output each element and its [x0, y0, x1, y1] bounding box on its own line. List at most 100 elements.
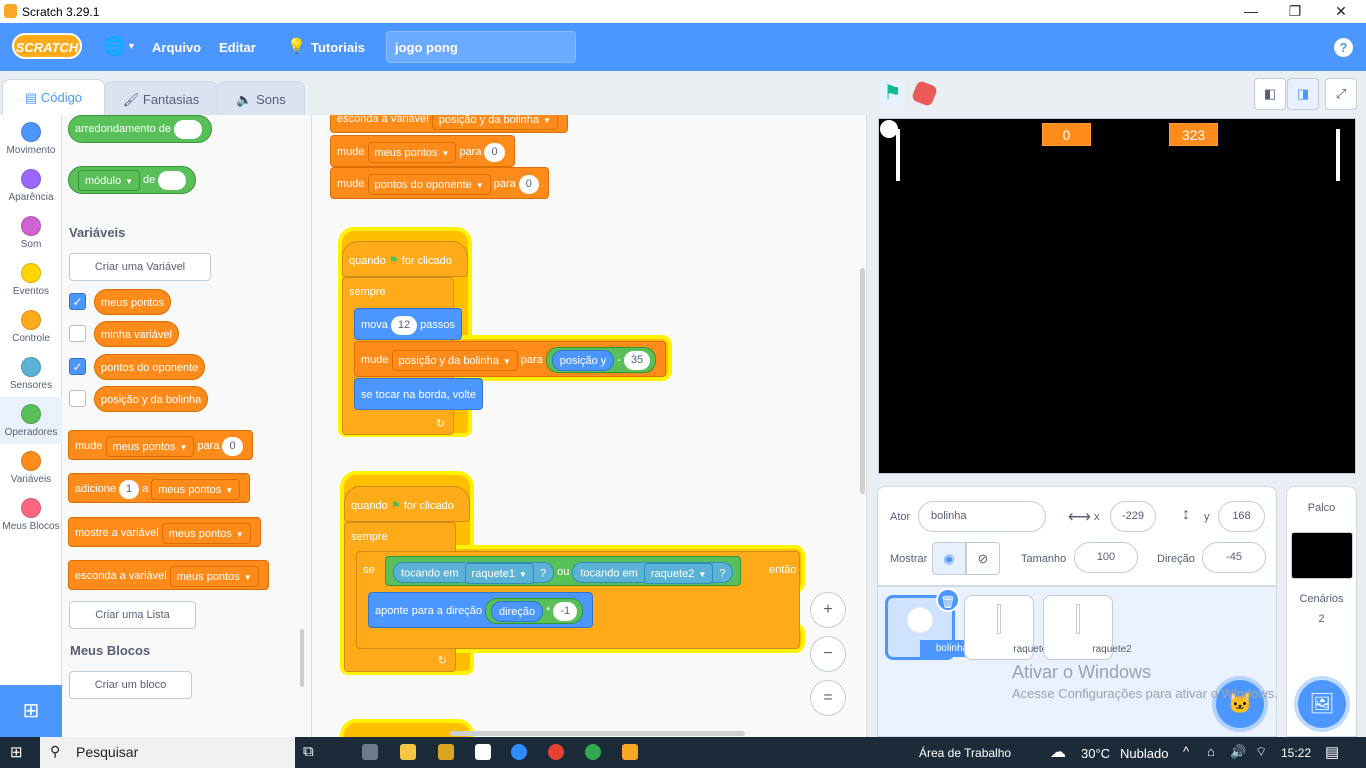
sprite-thumbnail-raquete1[interactable]: raquete1 [964, 595, 1053, 660]
set-variable-block[interactable]: mude pontos do oponente ▼ para 0 [330, 167, 549, 199]
var-checkbox[interactable]: ✓ [69, 293, 86, 310]
category-my-blocks[interactable]: Meus Blocos [0, 491, 62, 538]
block-input[interactable]: 1 [118, 479, 140, 499]
set-variable-block[interactable]: mude posição y da bolinha ▼ para posição y-3… [354, 341, 667, 377]
chrome-icon[interactable] [548, 744, 564, 760]
green-flag-icon[interactable]: ⚑ [879, 80, 906, 107]
var-dropdown[interactable]: meus pontos ▼ [161, 522, 251, 544]
zoom-reset-icon[interactable]: = [810, 680, 846, 716]
windows-start-icon[interactable]: ⊞ [10, 743, 23, 761]
category-operators[interactable]: Operadores [0, 397, 62, 444]
scratch-taskbar-icon[interactable] [622, 744, 638, 760]
clock[interactable]: 15:22 [1281, 746, 1311, 760]
help-icon[interactable]: ? [1334, 38, 1353, 57]
volume-icon[interactable]: 🔊 [1230, 744, 1246, 760]
set-variable-block[interactable]: mude meus pontos ▼ para 0 [68, 430, 253, 460]
subtract-operator[interactable]: posição y -35 [545, 347, 657, 374]
block-input[interactable]: 35 [623, 350, 651, 370]
category-looks[interactable]: Aparência [0, 162, 62, 209]
minimize-button[interactable]: — [1228, 0, 1274, 23]
set-variable-block[interactable]: mude meus pontos ▼ para 0 [330, 135, 515, 167]
mod-dropdown[interactable]: módulo ▼ [78, 169, 140, 191]
touching-block[interactable]: tocando em raquete1 ▼ ? [393, 561, 555, 584]
category-motion[interactable]: Movimento [0, 115, 62, 162]
show-variable-block[interactable]: mostre a variável meus pontos ▼ [68, 517, 261, 547]
delete-sprite-icon[interactable]: 🗑 [936, 588, 960, 612]
x-input[interactable]: -229 [1110, 501, 1156, 532]
scratch-logo[interactable]: SCRATCH [12, 33, 82, 59]
hide-eye-icon[interactable]: ⊘ [966, 542, 1000, 575]
variable-reporter[interactable]: minha variável [94, 321, 179, 347]
change-variable-block[interactable]: adicione 1 a meus pontos ▼ [68, 473, 251, 503]
stage-canvas[interactable]: 0 323 [878, 118, 1356, 474]
category-sound[interactable]: Som [0, 209, 62, 256]
menu-edit[interactable]: Editar [219, 40, 256, 55]
point-in-direction-block[interactable]: aponte para a direção direção * -1 [368, 592, 594, 628]
direction-input[interactable]: -45 [1202, 542, 1266, 573]
block-input[interactable]: 0 [484, 142, 505, 162]
sprite-thumbnail-raquete2[interactable]: raquete2 [1043, 595, 1132, 660]
var-dropdown[interactable]: pontos do oponente ▼ [367, 173, 491, 195]
network-icon[interactable]: ⌂ [1207, 744, 1215, 759]
zoom-in-icon[interactable]: + [810, 592, 846, 628]
zoom-app-icon[interactable] [511, 744, 527, 760]
direction-reporter[interactable]: direção [491, 600, 544, 622]
task-view-icon[interactable]: ⧉ [303, 743, 314, 760]
chrome-icon[interactable] [585, 744, 601, 760]
desktop-label[interactable]: Área de Trabalho [919, 746, 1011, 760]
stop-icon[interactable] [910, 79, 939, 108]
show-eye-icon[interactable]: ◉ [932, 542, 966, 575]
var-dropdown[interactable]: meus pontos ▼ [105, 435, 195, 457]
notion-icon[interactable] [475, 744, 491, 760]
wifi-icon[interactable]: ⌔ [1255, 744, 1267, 760]
make-variable-button[interactable]: Criar uma Variável [69, 253, 211, 281]
language-globe-icon[interactable]: 🌐 [103, 36, 125, 57]
variable-reporter[interactable]: meus pontos [94, 289, 171, 315]
menu-file[interactable]: Arquivo [152, 40, 201, 55]
make-list-button[interactable]: Criar uma Lista [69, 601, 196, 629]
block-input[interactable] [158, 170, 187, 190]
bounce-on-edge-block[interactable]: se tocar na borda, volte [354, 378, 483, 410]
taskbar-search[interactable]: ⚲ Pesquisar [40, 737, 295, 768]
or-operator[interactable]: tocando em raquete1 ▼ ? ou tocando em raque… [385, 556, 742, 586]
var-dropdown[interactable]: meus pontos ▼ [367, 141, 457, 163]
block-input[interactable]: 12 [390, 315, 418, 335]
var-dropdown[interactable]: meus pontos ▼ [151, 478, 241, 500]
round-block[interactable]: arredondamento de [68, 115, 213, 143]
var-checkbox[interactable] [69, 390, 86, 407]
script-horizontal-scrollbar[interactable] [450, 731, 745, 736]
hide-variable-block[interactable]: esconda a variável meus pontos ▼ [68, 560, 269, 590]
close-button[interactable]: ✕ [1318, 0, 1364, 23]
menu-tutorials[interactable]: Tutoriais [311, 40, 365, 55]
category-variables[interactable]: Variáveis [0, 444, 62, 491]
calculator-icon[interactable] [362, 744, 378, 760]
var-dropdown[interactable]: meus pontos ▼ [169, 565, 259, 587]
hide-variable-block[interactable]: esconda a variável posição y da bolinha ▼ [330, 115, 568, 133]
var-dropdown[interactable]: posição y da bolinha ▼ [391, 349, 518, 371]
variable-reporter[interactable]: pontos do oponente [94, 354, 206, 380]
app-icon[interactable] [438, 744, 454, 760]
category-events[interactable]: Eventos [0, 256, 62, 303]
choose-backdrop-icon[interactable]: 🖼 [1298, 680, 1346, 728]
palette-scrollbar[interactable] [300, 629, 304, 687]
script-vertical-scrollbar[interactable] [860, 268, 865, 494]
sprite-name-input[interactable]: bolinha [918, 501, 1046, 532]
normal-stage-icon[interactable]: ◨ [1287, 78, 1319, 110]
multiply-operator[interactable]: direção * -1 [485, 598, 584, 625]
stage-thumbnail[interactable] [1290, 532, 1353, 579]
fullscreen-icon[interactable]: ⤢ [1325, 78, 1357, 110]
touching-block[interactable]: tocando em raquete2 ▼ ? [572, 561, 734, 584]
size-input[interactable]: 100 [1074, 542, 1138, 573]
when-flag-clicked-hat[interactable]: quando ⚑ for clicado [344, 486, 470, 522]
block-input[interactable]: 0 [222, 436, 243, 456]
block-input[interactable]: -1 [553, 601, 578, 621]
tab-sounds[interactable]: 🔈 Sons [217, 81, 305, 115]
block-input[interactable]: 0 [518, 174, 539, 194]
category-sensing[interactable]: Sensores [0, 350, 62, 397]
var-checkbox[interactable] [69, 325, 86, 342]
script-area[interactable]: esconda a variável posição y da bolinha ▼ … [312, 115, 867, 737]
mod-block[interactable]: módulo ▼ de [68, 166, 197, 194]
when-flag-clicked-hat[interactable]: quando ⚑ for clicado [342, 241, 468, 277]
tab-code[interactable]: ▤ Código [2, 79, 105, 116]
var-dropdown[interactable]: posição y da bolinha ▼ [431, 115, 558, 130]
